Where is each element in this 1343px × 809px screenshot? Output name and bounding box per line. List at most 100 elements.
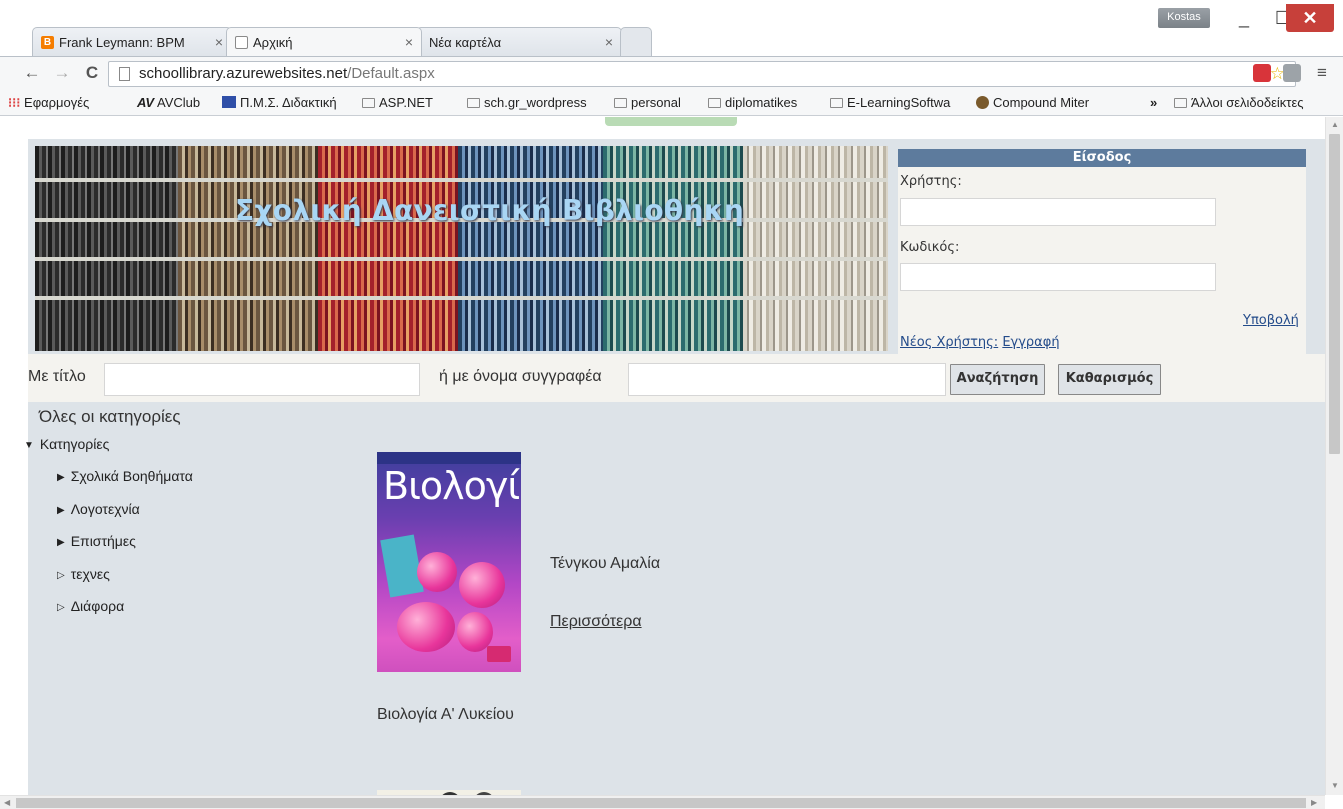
apps-bookmark[interactable]: ⁝⁝⁝ Εφαρμογές <box>8 95 89 111</box>
clear-button[interactable]: Καθαρισμός <box>1058 364 1161 395</box>
url-host: schoollibrary.azurewebsites.net <box>139 65 348 82</box>
site-title: Σχολική Δανειστική Βιβλιοθήκη <box>235 194 745 227</box>
browser-toolbar: ← → C schoollibrary.azurewebsites.net/De… <box>0 56 1343 90</box>
category-item[interactable]: ▷ τεχνες <box>57 566 110 582</box>
cover-cell-shape <box>417 552 457 592</box>
more-link[interactable]: Περισσότερα <box>550 613 642 631</box>
profile-badge[interactable]: Kostas <box>1158 8 1210 28</box>
back-arrow-icon[interactable]: ← <box>22 63 42 83</box>
categories-root[interactable]: ▼ Κατηγορίες <box>24 436 109 452</box>
category-label: Διάφορα <box>70 598 125 614</box>
browser-window: B Frank Leymann: BPM × Αρχική × Νέα καρτ… <box>0 0 1343 809</box>
bookmark-label: ASP.NET <box>379 95 433 110</box>
address-bar[interactable]: schoollibrary.azurewebsites.net/Default.… <box>108 61 1296 87</box>
collapsed-triangle-icon: ▶ <box>57 537 65 548</box>
reload-icon[interactable]: C <box>82 63 102 83</box>
category-label: Λογοτεχνία <box>70 501 140 517</box>
menu-icon[interactable]: ≡ <box>1312 63 1332 83</box>
scroll-up-arrow-icon[interactable]: ▲ <box>1331 120 1339 129</box>
new-tab-button[interactable] <box>620 27 652 56</box>
bookmark-label: E-LearningSoftwa <box>847 95 951 110</box>
scroll-right-arrow-icon[interactable]: ▶ <box>1311 798 1317 807</box>
bookmark-label: diplomatikes <box>725 95 798 110</box>
bookmark-pms[interactable]: Π.Μ.Σ. Διδακτική <box>222 95 337 110</box>
bookmark-label: Άλλοι σελιδοδείκτες <box>1191 95 1304 110</box>
shelf-section <box>178 146 318 351</box>
bookmark-label: Εφαρμογές <box>24 95 90 110</box>
bookmark-avclub[interactable]: AV AVClub <box>137 95 200 110</box>
more-bookmarks-chevron[interactable]: » <box>1150 95 1157 110</box>
author-search-label: ή με όνομα συγγραφέα <box>439 368 602 385</box>
category-item[interactable]: ▶ Λογοτεχνία <box>57 501 140 517</box>
bookmark-label: AVClub <box>157 95 201 110</box>
tab-home[interactable]: Αρχική × <box>226 27 422 56</box>
expanded-triangle-icon: ▼ <box>24 440 34 451</box>
tab-strip: B Frank Leymann: BPM × Αρχική × Νέα καρτ… <box>0 0 1343 60</box>
scroll-left-arrow-icon[interactable]: ◀ <box>4 798 10 807</box>
all-categories-link[interactable]: Όλες οι κατηγορίες <box>39 407 181 427</box>
folder-icon <box>708 98 721 108</box>
title-search-label: Με τίτλο <box>28 368 86 385</box>
author-search-input[interactable] <box>628 363 946 396</box>
library-banner: Σχολική Δανειστική Βιβλιοθήκη <box>35 146 888 351</box>
register-link[interactable]: Εγγραφή <box>1002 335 1059 350</box>
shelf-section <box>35 146 178 351</box>
page-viewport: Σχολική Δανειστική Βιβλιοθήκη Είσοδος Χρ… <box>0 117 1325 795</box>
minimize-button[interactable]: _ <box>1225 4 1263 32</box>
collapsed-triangle-icon: ▶ <box>57 505 65 516</box>
page-icon <box>235 36 248 49</box>
category-label: Επιστήμες <box>70 533 136 549</box>
avclub-icon: AV <box>137 95 155 110</box>
page-icon <box>119 67 130 81</box>
blogger-icon: B <box>41 36 54 49</box>
forward-arrow-icon[interactable]: → <box>52 63 72 83</box>
category-label: τεχνες <box>70 566 110 582</box>
flag-icon <box>222 96 236 108</box>
bookmark-label: personal <box>631 95 681 110</box>
scroll-down-arrow-icon[interactable]: ▼ <box>1331 781 1339 790</box>
bookmark-aspnet[interactable]: ASP.NET <box>362 95 433 110</box>
username-label: Χρήστης: <box>900 174 962 189</box>
vertical-scrollbar[interactable]: ▲ ▼ <box>1325 117 1343 795</box>
cover-top-band <box>377 452 521 464</box>
horizontal-scrollbar[interactable]: ◀ ▶ <box>0 795 1325 809</box>
folder-icon <box>1174 98 1187 108</box>
url-path: /Default.aspx <box>347 65 435 82</box>
bookmark-label: sch.gr_wordpress <box>484 95 587 110</box>
page-content: Σχολική Δανειστική Βιβλιοθήκη Είσοδος Χρ… <box>24 139 1325 795</box>
category-item[interactable]: ▶ Επιστήμες <box>57 533 136 549</box>
login-header: Είσοδος <box>898 149 1306 167</box>
category-item[interactable]: ▷ Διάφορα <box>57 598 124 614</box>
horizontal-scroll-thumb[interactable] <box>16 798 1306 808</box>
close-window-button[interactable]: ✕ <box>1286 4 1334 32</box>
bookmark-elearning[interactable]: E-LearningSoftwa <box>830 95 950 110</box>
bookmark-compound-miter[interactable]: Compound Miter <box>976 95 1089 110</box>
shelf-section <box>743 146 888 351</box>
close-tab-icon[interactable]: × <box>215 34 223 50</box>
bookmark-diplomatikes[interactable]: diplomatikes <box>708 95 797 110</box>
search-button[interactable]: Αναζήτηση <box>950 364 1045 395</box>
site-icon <box>976 96 989 109</box>
book-title: Βιολογία Α' Λυκείου <box>377 706 514 723</box>
password-input[interactable] <box>900 263 1216 291</box>
empty-triangle-icon: ▷ <box>57 602 65 613</box>
shelf-divider <box>35 257 888 261</box>
title-search-input[interactable] <box>104 363 420 396</box>
bookmark-label: Compound Miter <box>993 95 1090 110</box>
category-item[interactable]: ▶ Σχολικά Βοηθήματα <box>57 468 193 484</box>
other-bookmarks[interactable]: Άλλοι σελιδοδείκτες <box>1174 95 1304 110</box>
top-decoration <box>605 117 737 126</box>
tab-new[interactable]: Νέα καρτέλα × <box>416 27 622 56</box>
submit-link[interactable]: Υποβολή <box>1243 313 1299 328</box>
vertical-scroll-thumb[interactable] <box>1329 134 1340 454</box>
close-tab-icon[interactable]: × <box>605 34 613 50</box>
pdf-extension-icon[interactable] <box>1253 64 1271 82</box>
tab-frank-leymann[interactable]: B Frank Leymann: BPM × <box>32 27 232 56</box>
username-input[interactable] <box>900 198 1216 226</box>
bookmark-sch-wordpress[interactable]: sch.gr_wordpress <box>467 95 587 110</box>
close-tab-icon[interactable]: × <box>405 34 413 50</box>
rss-extension-icon[interactable] <box>1283 64 1301 82</box>
book-cover-image[interactable]: Βιολογία <box>377 452 521 672</box>
bookmark-personal[interactable]: personal <box>614 95 681 110</box>
category-label: Σχολικά Βοηθήματα <box>70 468 193 484</box>
